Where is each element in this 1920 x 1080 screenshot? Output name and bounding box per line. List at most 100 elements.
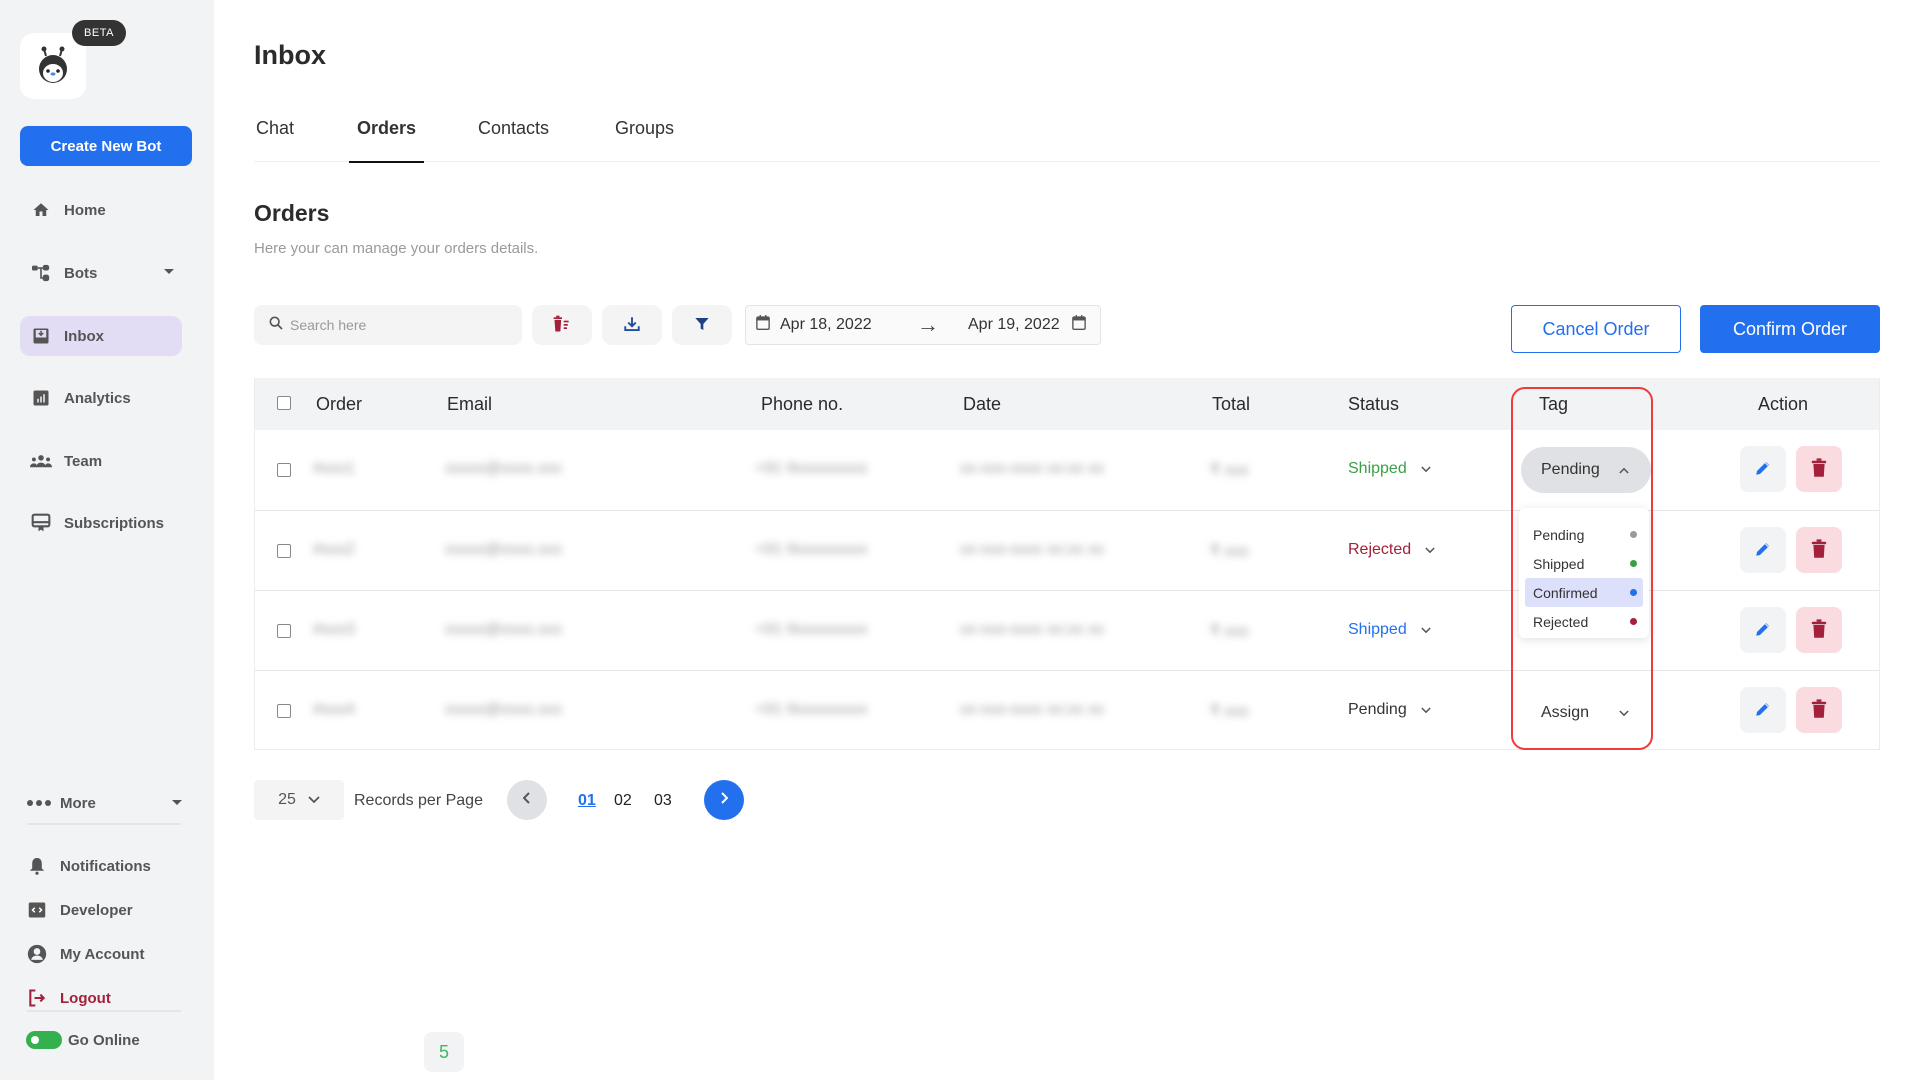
subscriptions-icon (30, 512, 52, 534)
sidebar: BETA Create New Bot Home Bots Inbox Anal… (0, 0, 214, 1080)
column-header-tag: Tag (1539, 394, 1569, 414)
records-per-page-select[interactable]: 25 (254, 780, 344, 820)
status-select[interactable]: Rejected (1348, 541, 1435, 559)
delete-button[interactable] (1796, 607, 1842, 653)
date-to[interactable]: Apr 19, 2022 (968, 316, 1068, 334)
status-value: Shipped (1348, 460, 1407, 477)
chevron-down-icon (1619, 706, 1629, 720)
tag-select[interactable]: Pending (1521, 447, 1651, 493)
status-dot (1630, 560, 1637, 567)
sidebar-item-bots[interactable]: Bots (20, 253, 182, 293)
home-icon (30, 199, 52, 221)
sidebar-item-my-account[interactable]: My Account (26, 940, 144, 968)
column-header-action: Action (1758, 394, 1809, 414)
cancel-order-button[interactable]: Cancel Order (1511, 305, 1681, 353)
sidebar-item-subscriptions[interactable]: Subscriptions (20, 503, 182, 543)
tag-option-shipped[interactable]: Shipped (1525, 549, 1643, 578)
tag-select[interactable]: Assign (1521, 701, 1651, 725)
page-link-03[interactable]: 03 (654, 792, 672, 810)
sidebar-item-label: Inbox (64, 327, 104, 345)
more-dots-icon (26, 792, 52, 814)
filter-button[interactable] (672, 305, 732, 345)
sidebar-item-label: Team (64, 452, 103, 470)
row-checkbox[interactable] (277, 704, 291, 718)
trash-icon (1811, 457, 1827, 481)
logout-icon (26, 987, 48, 1009)
sidebar-item-notifications[interactable]: Notifications (26, 852, 151, 880)
sidebar-item-developer[interactable]: Developer (26, 896, 133, 924)
edit-button[interactable] (1740, 607, 1786, 653)
column-header-email: Email (447, 394, 493, 414)
sidebar-item-team[interactable]: Team (20, 441, 182, 481)
email-cell: xxxxx@xxxx.xxx (445, 621, 562, 638)
select-all-checkbox[interactable] (277, 396, 291, 410)
filter-icon (694, 316, 710, 335)
order-id[interactable]: #xxx1 (313, 460, 355, 478)
bulk-delete-button[interactable] (532, 305, 592, 345)
tab-orders[interactable]: Orders (348, 118, 425, 163)
status-select[interactable]: Shipped (1348, 460, 1431, 478)
sidebar-item-label: Notifications (60, 857, 151, 875)
previous-page-button[interactable] (507, 780, 547, 820)
search-box[interactable] (254, 305, 522, 345)
email-cell: xxxxx@xxxx.xxx (445, 541, 562, 558)
tag-option-confirmed[interactable]: Confirmed (1525, 578, 1643, 607)
go-online-toggle[interactable]: Go Online (26, 1026, 140, 1054)
table-row: #xxx4 xxxxx@xxxx.xxx +91 9xxxxxxxxx xx-x… (255, 670, 1879, 750)
sidebar-item-home[interactable]: Home (20, 190, 182, 230)
date-from[interactable]: Apr 18, 2022 (780, 316, 898, 334)
account-icon (26, 943, 48, 965)
search-input[interactable] (290, 317, 510, 333)
column-header-status: Status (1348, 394, 1400, 414)
records-per-page-label: Records per Page (354, 792, 483, 809)
create-new-bot-button[interactable]: Create New Bot (20, 126, 192, 166)
column-header-order: Order (316, 394, 363, 414)
chevron-right-icon (720, 791, 729, 809)
bell-icon (26, 855, 48, 877)
sidebar-item-logout[interactable]: Logout (26, 984, 111, 1012)
delete-button[interactable] (1796, 446, 1842, 492)
sidebar-more[interactable]: More (26, 789, 182, 817)
toggle-switch[interactable] (26, 1031, 62, 1049)
total-cell: ₹ xxx (1210, 462, 1249, 479)
trash-icon (1811, 698, 1827, 722)
download-button[interactable] (602, 305, 662, 345)
order-id[interactable]: #xxx3 (313, 621, 355, 639)
next-page-button[interactable] (704, 780, 744, 820)
edit-button[interactable] (1740, 527, 1786, 573)
tab-chat[interactable]: Chat (256, 118, 294, 162)
phone-cell: +91 9xxxxxxxxx (755, 701, 868, 718)
section-title: Orders (254, 200, 330, 226)
row-checkbox[interactable] (277, 463, 291, 477)
edit-button[interactable] (1740, 687, 1786, 733)
row-checkbox[interactable] (277, 544, 291, 558)
page-link-02[interactable]: 02 (614, 792, 632, 810)
date-cell: xx-xxx-xxxx xx:xx xx (960, 701, 1104, 718)
total-cell: ₹ xxx (1210, 543, 1249, 560)
date-range-picker[interactable]: Apr 18, 2022 → Apr 19, 2022 (745, 305, 1101, 345)
page-link-01[interactable]: 01 (578, 792, 596, 810)
delete-button[interactable] (1796, 687, 1842, 733)
confirm-order-button[interactable]: Confirm Order (1700, 305, 1880, 353)
date-cell: xx-xxx-xxxx xx:xx xx (960, 460, 1104, 477)
status-select[interactable]: Pending (1348, 701, 1431, 719)
status-dot (1630, 531, 1637, 538)
sidebar-item-analytics[interactable]: Analytics (20, 378, 182, 418)
order-id[interactable]: #xxx4 (313, 701, 355, 719)
delete-button[interactable] (1796, 527, 1842, 573)
table-header: Order Email Phone no. Date Total Status … (255, 378, 1879, 430)
tab-groups[interactable]: Groups (615, 118, 674, 162)
tag-option-pending[interactable]: Pending (1525, 520, 1643, 549)
tag-option-label: Pending (1533, 526, 1585, 543)
date-cell: xx-xxx-xxxx xx:xx xx (960, 621, 1104, 638)
status-select[interactable]: Shipped (1348, 621, 1431, 639)
order-id[interactable]: #xxx2 (313, 541, 355, 559)
sidebar-item-inbox[interactable]: Inbox (20, 316, 182, 356)
sidebar-item-label: Subscriptions (64, 514, 165, 532)
date-cell: xx-xxx-xxxx xx:xx xx (960, 541, 1104, 558)
tab-contacts[interactable]: Contacts (478, 118, 549, 162)
tag-option-rejected[interactable]: Rejected (1525, 607, 1643, 636)
row-checkbox[interactable] (277, 624, 291, 638)
edit-button[interactable] (1740, 446, 1786, 492)
calendar-icon (756, 315, 770, 335)
